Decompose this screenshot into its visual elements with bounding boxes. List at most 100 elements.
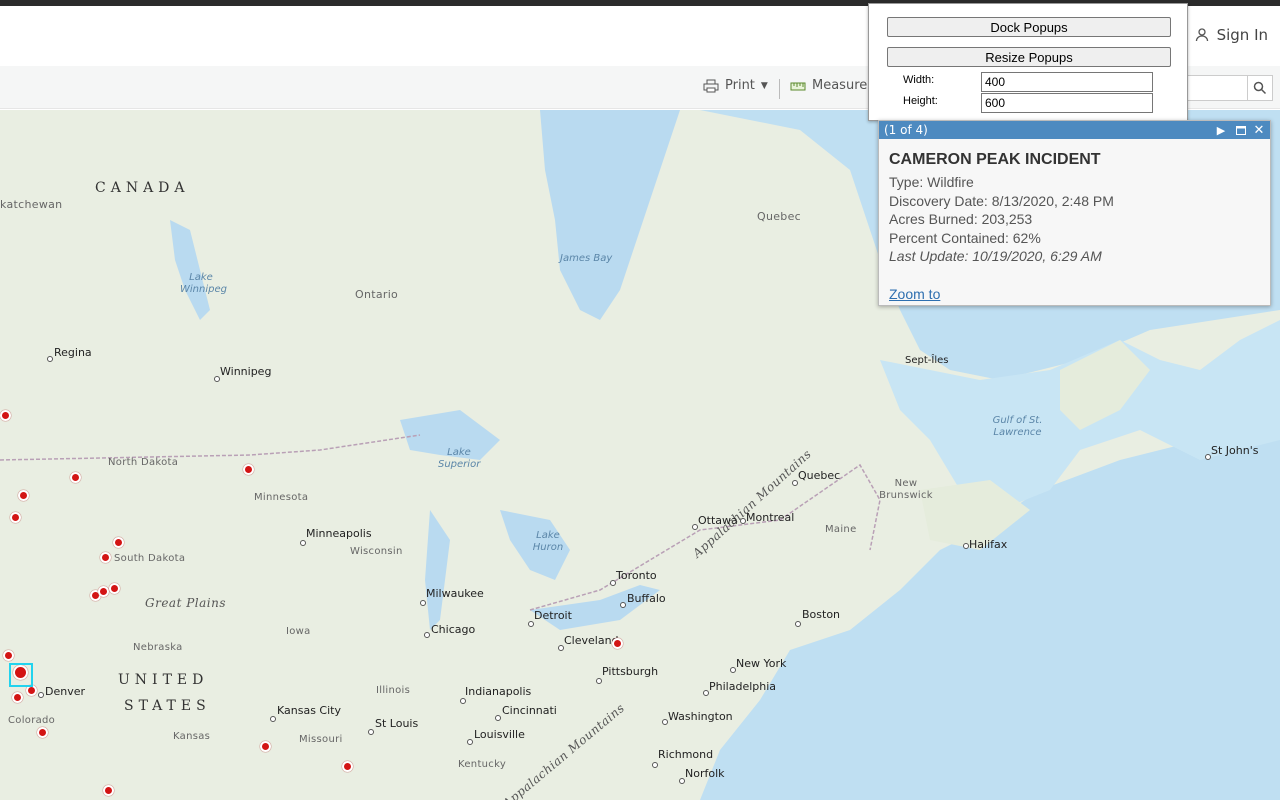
- fire-marker[interactable]: [18, 490, 29, 501]
- fire-marker[interactable]: [109, 583, 120, 594]
- sign-in-button[interactable]: Sign In: [1195, 26, 1268, 44]
- water-label-lake-huron: Lake Huron: [532, 530, 564, 553]
- fire-marker[interactable]: [113, 537, 124, 548]
- fire-marker[interactable]: [37, 727, 48, 738]
- city-marker: [495, 715, 501, 721]
- city-label-norfolk: Norfolk: [685, 767, 725, 780]
- city-label-louisville: Louisville: [474, 728, 525, 741]
- search-button[interactable]: [1247, 75, 1273, 101]
- country-label-canada: CANADA: [95, 180, 190, 196]
- water-label-james-bay: James Bay: [560, 253, 613, 264]
- state-label-illinois: Illinois: [376, 685, 411, 696]
- city-label-new-york: New York: [736, 657, 787, 670]
- region-label-great-plains: Great Plains: [145, 596, 227, 610]
- city-marker: [620, 602, 626, 608]
- city-marker: [300, 540, 306, 546]
- city-marker: [420, 600, 426, 606]
- city-label-toronto: Toronto: [616, 569, 657, 582]
- sign-in-label: Sign In: [1216, 26, 1268, 44]
- city-label-halifax: Halifax: [969, 538, 1008, 551]
- popup-counter: (1 of 4): [884, 123, 928, 137]
- city-marker: [38, 692, 44, 698]
- city-marker: [795, 621, 801, 627]
- print-label: Print: [725, 78, 755, 93]
- popup-content: CAMERON PEAK INCIDENT Type: Wildfire Dis…: [879, 139, 1270, 266]
- state-label-north-dakota: North Dakota: [108, 457, 179, 468]
- close-icon[interactable]: ✕: [1252, 123, 1266, 138]
- state-label-minnesota: Minnesota: [254, 492, 309, 503]
- fire-marker[interactable]: [103, 785, 114, 796]
- city-label-kansas-city: Kansas City: [277, 704, 341, 717]
- fire-marker[interactable]: [98, 586, 109, 597]
- city-label-milwaukee: Milwaukee: [426, 587, 484, 600]
- state-label-maine: Maine: [825, 524, 857, 535]
- fire-marker[interactable]: [612, 638, 623, 649]
- city-marker: [270, 716, 276, 722]
- print-button[interactable]: Print ▼: [703, 78, 768, 93]
- selected-feature-highlight: [9, 663, 33, 687]
- city-marker: [596, 678, 602, 684]
- zoom-to-link[interactable]: Zoom to: [889, 286, 940, 302]
- city-marker: [460, 698, 466, 704]
- caret-down-icon: ▼: [760, 80, 768, 91]
- toolbar-divider: [779, 79, 780, 99]
- fire-marker[interactable]: [342, 761, 353, 772]
- search-icon: [1253, 81, 1267, 95]
- incident-acres-burned: Acres Burned: 203,253: [889, 211, 1033, 227]
- city-label-boston: Boston: [802, 608, 841, 621]
- fire-marker[interactable]: [243, 464, 254, 475]
- state-label-south-dakota: South Dakota: [114, 553, 186, 564]
- height-input[interactable]: [981, 93, 1153, 113]
- country-label-united: UNITED: [118, 672, 209, 688]
- city-label-chicago: Chicago: [431, 623, 476, 636]
- city-marker: [467, 739, 473, 745]
- fire-marker[interactable]: [3, 650, 14, 661]
- feature-popup: (1 of 4) ▶ ✕ CAMERON PEAK INCIDENT Type:…: [878, 120, 1271, 306]
- fire-marker[interactable]: [10, 512, 21, 523]
- fire-marker[interactable]: [0, 410, 11, 421]
- fire-marker[interactable]: [100, 552, 111, 563]
- city-label-sept-iles: Sept-Îles: [905, 355, 949, 366]
- city-label-indianapolis: Indianapolis: [465, 685, 532, 698]
- city-label-ottawa: Ottawa: [698, 514, 738, 527]
- state-label-kansas: Kansas: [173, 731, 211, 742]
- next-feature-icon[interactable]: ▶: [1214, 123, 1228, 137]
- city-label-richmond: Richmond: [658, 748, 714, 761]
- measure-button[interactable]: Measure: [790, 78, 867, 93]
- city-marker: [424, 632, 430, 638]
- search-input[interactable]: [1186, 75, 1248, 101]
- water-label-lake-winnipeg: Lake Winnipeg: [180, 272, 227, 295]
- city-label-cincinnati: Cincinnati: [502, 704, 557, 717]
- incident-type: Type: Wildfire: [889, 174, 974, 190]
- resize-popups-button[interactable]: Resize Popups: [887, 47, 1171, 67]
- city-label-minneapolis: Minneapolis: [306, 527, 372, 540]
- water-label-gulf-st-lawrence: Gulf of St. Lawrence: [992, 415, 1043, 438]
- province-label-quebec: Quebec: [757, 210, 801, 223]
- state-label-iowa: Iowa: [286, 626, 311, 637]
- measure-label: Measure: [812, 78, 868, 93]
- popup-title-bar: (1 of 4) ▶ ✕: [879, 121, 1270, 139]
- province-label-ontario: Ontario: [355, 288, 399, 301]
- maximize-icon[interactable]: [1234, 123, 1248, 137]
- province-label-new-brunswick: New Brunswick: [879, 478, 933, 501]
- fire-marker[interactable]: [260, 741, 271, 752]
- city-label-washington: Washington: [668, 710, 733, 723]
- city-label-quebec: Quebec: [798, 469, 841, 482]
- city-label-buffalo: Buffalo: [627, 592, 666, 605]
- dock-popups-button[interactable]: Dock Popups: [887, 17, 1171, 37]
- fire-marker[interactable]: [70, 472, 81, 483]
- city-marker: [368, 729, 374, 735]
- state-label-wisconsin: Wisconsin: [350, 546, 403, 557]
- city-label-pittsburgh: Pittsburgh: [602, 665, 659, 678]
- ruler-icon: [790, 82, 806, 90]
- incident-last-update: Last Update: 10/19/2020, 6:29 AM: [889, 248, 1102, 264]
- state-label-kentucky: Kentucky: [458, 759, 507, 770]
- country-label-states: STATES: [124, 698, 211, 714]
- city-label-winnipeg: Winnipeg: [220, 365, 272, 378]
- width-input[interactable]: [981, 72, 1153, 92]
- fire-marker[interactable]: [12, 692, 23, 703]
- city-label-philadelphia: Philadelphia: [709, 680, 777, 693]
- city-label-denver: Denver: [45, 685, 86, 698]
- water-label-lake-superior: Lake Superior: [438, 447, 481, 470]
- height-label: Height:: [903, 95, 938, 107]
